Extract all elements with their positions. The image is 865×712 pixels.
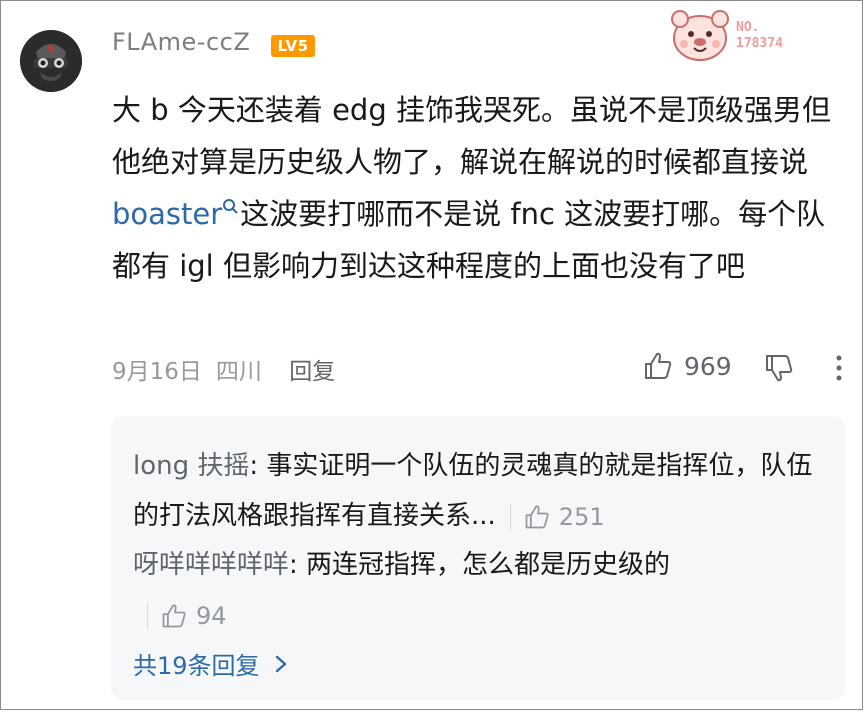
- comment-location: 四川: [215, 359, 262, 385]
- reply-like-button[interactable]: 94: [133, 591, 227, 641]
- fan-badge-label: NO.: [736, 20, 760, 35]
- like-button[interactable]: 969: [642, 350, 732, 382]
- reply-author[interactable]: 呀咩咩咩咩咩: [133, 550, 289, 580]
- chevron-right-icon: [275, 655, 286, 672]
- replies-panel: long 扶摇: 事实证明一个队伍的灵魂真的就是指挥位，队伍的打法风格跟指挥有直…: [111, 416, 845, 700]
- comment-text-part1: 大 b 今天还装着 edg 挂饰我哭死。虽说不是顶级强男但他绝对算是历史级人物了…: [112, 93, 831, 179]
- thumbs-up-icon: [162, 603, 186, 627]
- reply-item[interactable]: 呀咩咩咩咩咩: 两连冠指挥，怎么都是历史级的 94: [133, 540, 733, 641]
- view-all-replies-link[interactable]: 共19条回复: [133, 646, 292, 681]
- like-count: 969: [684, 351, 732, 381]
- reply-item[interactable]: long 扶摇: 事实证明一个队伍的灵魂真的就是指挥位，队伍的打法风格跟指挥有直…: [133, 441, 813, 542]
- dislike-button[interactable]: [763, 352, 795, 388]
- search-link-text[interactable]: boaster: [112, 197, 222, 231]
- reply-like-count: 251: [558, 502, 605, 531]
- fan-badge: [664, 4, 804, 66]
- reply-text: : 两连冠指挥，怎么都是历史级的: [289, 550, 671, 580]
- avatar[interactable]: [20, 30, 82, 92]
- thumbs-up-icon: [525, 504, 549, 528]
- bear-mascot-icon: [671, 10, 729, 61]
- username[interactable]: FLAme-ccZ: [112, 28, 250, 56]
- more-vertical-icon: [836, 355, 842, 381]
- avatar-image: [20, 30, 82, 92]
- thumbs-up-icon: [645, 352, 672, 379]
- reply-like-button[interactable]: 251: [496, 492, 605, 542]
- level-badge: LV5: [271, 35, 315, 57]
- search-icon: [223, 199, 238, 214]
- comment-date: 9月16日: [112, 359, 202, 385]
- reply-like-count: 94: [196, 601, 227, 630]
- thumbs-down-icon: [766, 355, 793, 382]
- reply-button[interactable]: 回复: [289, 359, 335, 385]
- fan-badge-number: NO. 178374: [736, 20, 783, 52]
- comment-meta: 9月16日 四川 回复: [112, 352, 335, 386]
- view-all-replies-label[interactable]: 共19条回复: [133, 646, 260, 681]
- search-link[interactable]: boaster: [112, 197, 240, 231]
- fan-badge-value: 178374: [736, 36, 783, 51]
- comment-text: 大 b 今天还装着 edg 挂饰我哭死。虽说不是顶级强男但他绝对算是历史级人物了…: [112, 84, 834, 292]
- reply-author[interactable]: long 扶摇: [133, 451, 249, 481]
- more-button[interactable]: [835, 354, 843, 386]
